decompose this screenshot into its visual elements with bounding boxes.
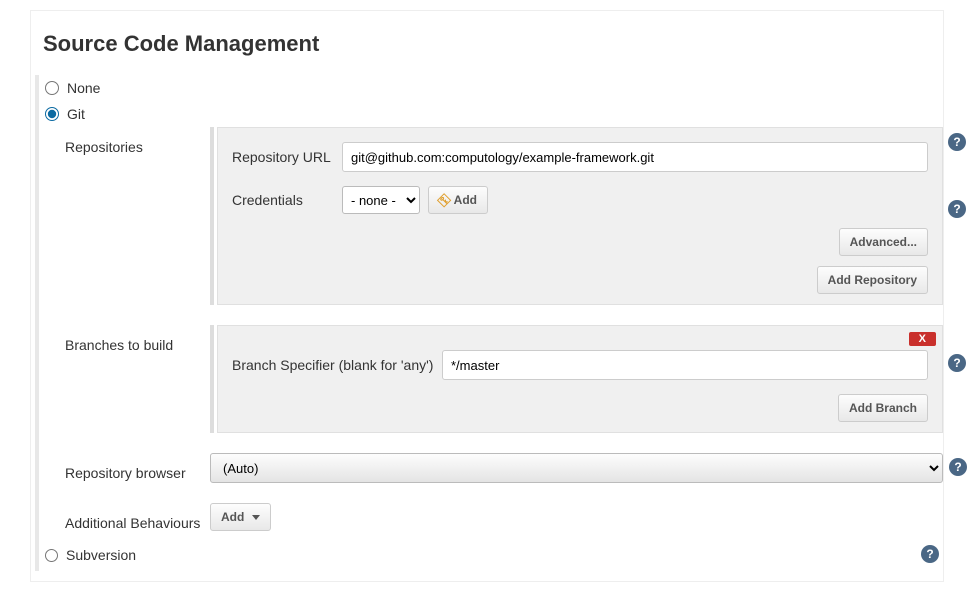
help-icon[interactable]: ? [948,354,966,372]
scm-radio-git-label: Git [67,106,85,122]
scm-option-none[interactable]: None [45,75,943,101]
add-behaviour-button[interactable]: Add [210,503,271,531]
scm-radio-none-label: None [67,80,100,96]
panel-drag-handle[interactable] [210,127,214,305]
repo-url-input[interactable] [342,142,928,172]
help-icon[interactable]: ? [949,458,967,476]
repositories-row: Repositories ? ? Repository URL Credenti… [65,127,943,305]
scm-radio-subversion[interactable] [45,549,58,562]
branches-label: Branches to build [65,325,210,353]
scm-option-git[interactable]: Git [45,101,943,127]
help-icon[interactable]: ? [948,133,966,151]
scm-section: Source Code Management None Git Reposito… [30,10,944,582]
advanced-button[interactable]: Advanced... [839,228,928,256]
branch-specifier-input[interactable] [442,350,928,380]
add-branch-button[interactable]: Add Branch [838,394,928,422]
repo-url-label: Repository URL [232,149,342,165]
behaviours-row: Additional Behaviours Add [65,503,943,531]
repo-browser-select[interactable]: (Auto) [210,453,943,483]
git-config-body: Repositories ? ? Repository URL Credenti… [45,127,943,531]
repository-panel: ? ? Repository URL Credentials - none - [217,127,943,305]
branches-row: Branches to build ? X Branch Specifier (… [65,325,943,433]
credentials-label: Credentials [232,192,342,208]
panel-drag-handle[interactable] [210,325,214,433]
add-credentials-label: Add [454,193,477,207]
add-repository-button[interactable]: Add Repository [817,266,928,294]
repo-browser-row: Repository browser (Auto) ? [65,453,943,483]
delete-branch-button[interactable]: X [909,332,936,346]
branch-specifier-label: Branch Specifier (blank for 'any') [232,357,442,373]
branch-panel: ? X Branch Specifier (blank for 'any') A… [217,325,943,433]
help-icon[interactable]: ? [921,545,939,563]
scm-container: None Git Repositories ? ? Repository URL [35,75,943,571]
scm-option-subversion: Subversion ? [45,539,943,571]
chevron-down-icon [252,515,260,520]
repositories-label: Repositories [65,127,210,155]
behaviours-label: Additional Behaviours [65,503,210,531]
scm-radio-git[interactable] [45,107,59,121]
scm-radio-subversion-label: Subversion [66,547,136,563]
add-credentials-button[interactable]: ⚿ Add [428,186,488,214]
key-icon: ⚿ [435,190,455,210]
help-icon[interactable]: ? [948,200,966,218]
repo-browser-label: Repository browser [65,453,210,481]
credentials-select[interactable]: - none - [342,186,420,214]
section-title: Source Code Management [31,21,943,75]
scm-radio-none[interactable] [45,81,59,95]
